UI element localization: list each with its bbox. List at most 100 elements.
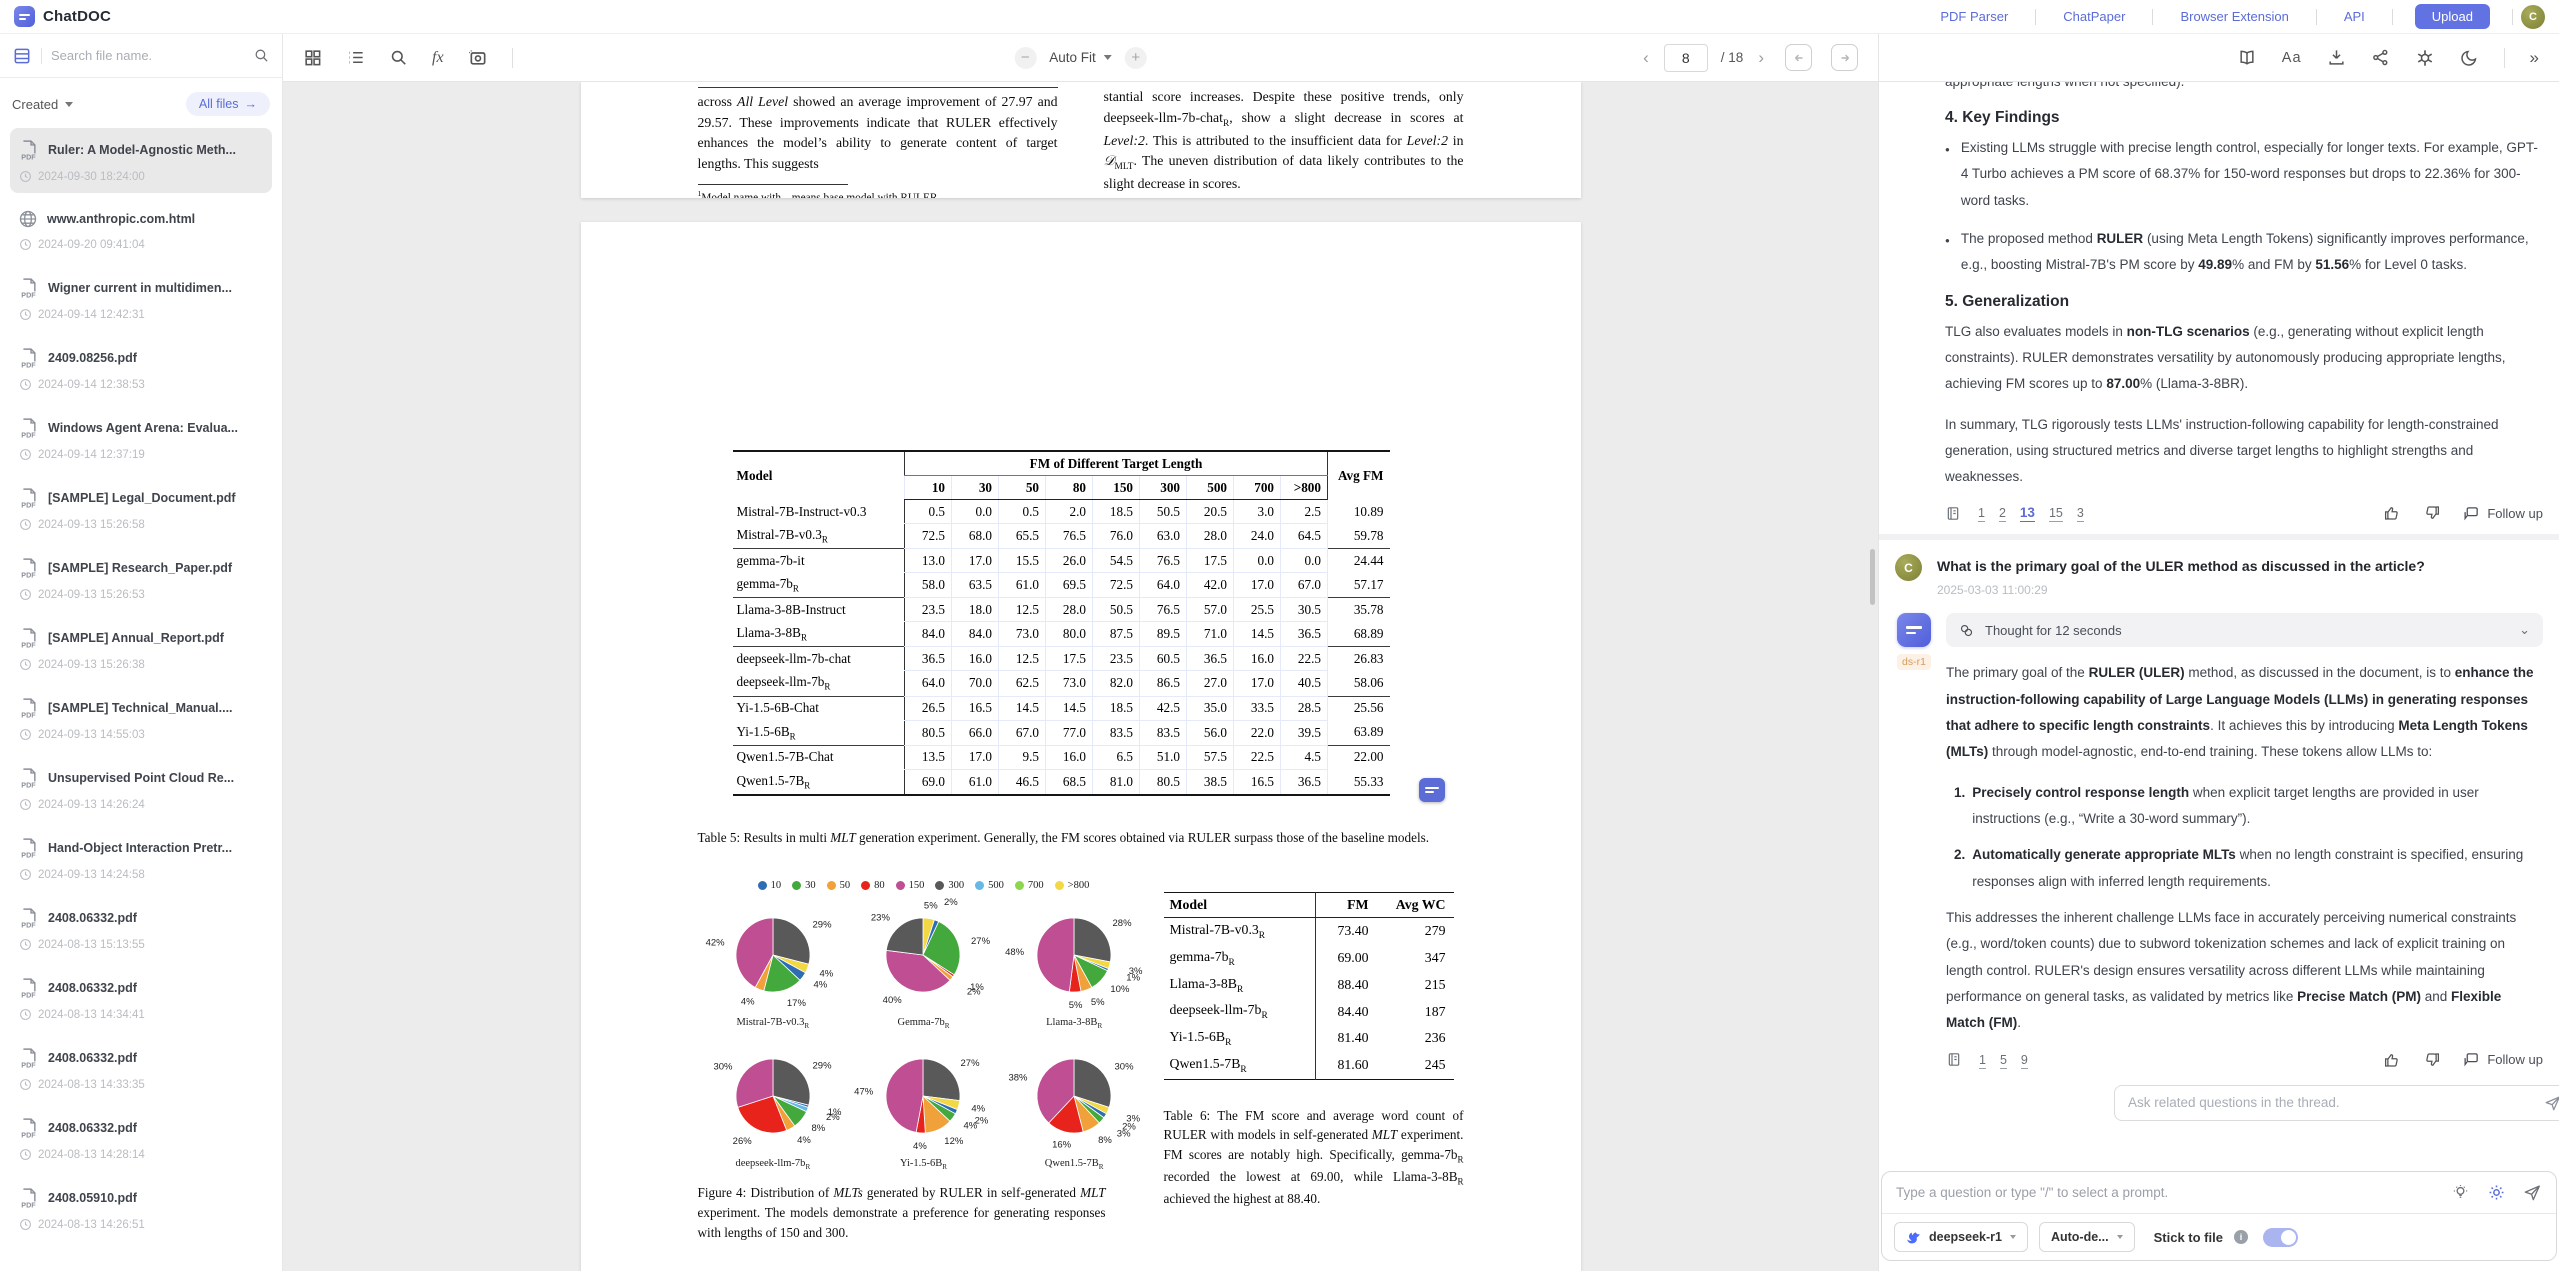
list-item[interactable]: PDF2408.05910.pdf2024-08-13 14:26:51 [10,1176,272,1241]
formula-icon[interactable]: fx [432,49,444,67]
citation-page-link[interactable]: 3 [2077,506,2084,522]
list-item[interactable]: PDF2409.08256.pdf2024-09-14 12:38:53 [10,336,272,401]
history-forward-button[interactable] [1831,44,1858,71]
auto-detect-select[interactable]: Auto-de... [2039,1222,2135,1252]
collapse-panel-icon[interactable]: » [2530,48,2539,68]
citation-page-link[interactable]: 13 [2020,505,2035,522]
screenshot-icon[interactable] [468,48,488,68]
svg-text:17%: 17% [787,998,807,1009]
chatdoc-logo[interactable]: ChatDOC [14,6,111,27]
svg-text:PDF: PDF [21,430,36,439]
question-input[interactable] [1896,1185,2434,1200]
svg-text:4%: 4% [819,968,833,979]
list-item[interactable]: PDF2408.06332.pdf2024-08-13 14:33:35 [10,1036,272,1101]
page-number-input[interactable] [1664,44,1708,72]
follow-up-button[interactable]: Follow up [2463,1051,2543,1068]
search-document-icon[interactable] [389,48,408,67]
citation-page-link[interactable]: 1 [1978,506,1985,522]
composer: deepseek-r1 Auto-de... Stick to file i [1881,1171,2557,1261]
app-title: ChatDOC [43,8,111,25]
stick-to-file-toggle[interactable] [2263,1228,2298,1247]
thread-reply-box[interactable] [2114,1085,2559,1121]
user-avatar[interactable]: C [2521,5,2545,29]
share-icon[interactable] [2371,48,2390,67]
list-item[interactable]: PDFWigner current in multidimen...2024-0… [10,266,272,331]
reading-mode-icon[interactable] [2237,48,2257,68]
list-item[interactable]: PDF[SAMPLE] Research_Paper.pdf2024-09-13… [10,546,272,611]
font-size-icon[interactable]: Aa [2282,50,2302,66]
citation-page-link[interactable]: 5 [2000,1053,2007,1069]
chat-settings-icon[interactable] [2487,1183,2506,1202]
citation-page-link[interactable]: 1 [1979,1053,1986,1069]
download-icon[interactable] [2327,48,2346,67]
table-row: Qwen1.5-7BR69.061.046.568.581.080.538.51… [733,769,1390,795]
citation-page-link[interactable]: 9 [2021,1053,2028,1069]
sort-created-dropdown[interactable]: Created [12,97,73,112]
nav-pdf-parser[interactable]: PDF Parser [1913,9,2035,24]
table-6-caption: Table 6: The FM score and average word c… [1164,1106,1464,1210]
list-item[interactable]: PDF2408.06332.pdf2024-08-13 15:13:55 [10,896,272,961]
list-item[interactable]: PDF[SAMPLE] Annual_Report.pdf2024-09-13 … [10,616,272,681]
chevron-down-icon [2117,1235,2123,1239]
arrow-right-icon: → [245,97,258,111]
svg-text:4%: 4% [741,997,755,1008]
file-title: 2408.05910.pdf [48,1191,264,1205]
quick-chat-bubble-icon[interactable] [1419,778,1445,802]
dark-mode-icon[interactable] [2460,48,2479,67]
file-date: 2024-09-13 15:26:53 [18,588,264,601]
list-item[interactable]: www.anthropic.com.html2024-09-20 09:41:0… [10,198,272,261]
file-date-text: 2024-09-13 14:55:03 [38,729,145,741]
upload-button[interactable]: Upload [2415,4,2490,29]
pdf-viewer-panel: fx − Auto Fit + ‹ / 18 › [283,34,1878,1271]
follow-up-button[interactable]: Follow up [2463,505,2543,522]
send-icon[interactable] [2523,1183,2542,1202]
thumbnails-icon[interactable] [303,48,322,67]
search-icon[interactable] [253,47,270,64]
auto-detect-label: Auto-de... [2051,1230,2109,1244]
outline-icon[interactable] [346,48,365,67]
citation-page-link[interactable]: 15 [2049,506,2063,522]
legend-item: 500 [975,880,1004,891]
list-item[interactable]: PDF2408.06332.pdf2024-08-13 14:28:14 [10,1106,272,1171]
footnote: 1Model name with R means base model with… [698,188,1058,198]
chevron-down-icon [65,102,73,107]
pdf-viewport[interactable]: across All Level showed an average impro… [283,82,1878,1271]
pdf-scrollbar-thumb[interactable] [1870,549,1875,605]
list-item[interactable]: PDFUnsupervised Point Cloud Re...2024-09… [10,756,272,821]
all-files-button[interactable]: All files → [186,92,270,116]
next-page-button[interactable]: › [1756,48,1766,68]
thumbs-up-icon[interactable] [2383,504,2401,522]
finding-bullet: ●Existing LLMs struggle with precise len… [1945,135,2543,214]
prompt-ideas-icon[interactable] [2451,1183,2470,1202]
nav-api[interactable]: API [2317,9,2392,24]
list-item[interactable]: PDFWindows Agent Arena: Evalua...2024-09… [10,406,272,471]
zoom-level-dropdown[interactable]: Auto Fit [1049,50,1112,65]
nav-chatpaper[interactable]: ChatPaper [2036,9,2152,24]
chat-thread[interactable]: appropriate lengths when not specified).… [1879,82,2559,1159]
list-item[interactable]: PDFRuler: A Model-Agnostic Meth...2024-0… [10,128,272,193]
thought-toggle[interactable]: Thought for 12 seconds ⌄ [1946,613,2543,647]
search-input[interactable] [51,48,244,63]
file-date-text: 2024-09-30 18:24:00 [38,171,145,183]
zoom-out-button[interactable]: − [1014,47,1036,69]
send-icon[interactable] [2544,1094,2559,1112]
list-item[interactable]: PDFHand-Object Interaction Pretr...2024-… [10,826,272,891]
archive-icon[interactable] [12,46,32,66]
list-item[interactable]: PDF[SAMPLE] Legal_Document.pdf2024-09-13… [10,476,272,541]
list-item[interactable]: PDF[SAMPLE] Technical_Manual....2024-09-… [10,686,272,751]
nav-browser-extension[interactable]: Browser Extension [2153,9,2315,24]
thread-reply-input[interactable] [2128,1095,2544,1110]
thumbs-up-icon[interactable] [2383,1051,2401,1069]
list-item[interactable]: PDF2408.06332.pdf2024-08-13 14:34:41 [10,966,272,1031]
table-row: Mistral-7B-v0.3R73.40279 [1164,918,1454,945]
gpt-icon[interactable] [2415,48,2435,68]
thumbs-down-icon[interactable] [2423,1051,2441,1069]
history-back-button[interactable] [1785,44,1812,71]
model-select[interactable]: deepseek-r1 [1894,1222,2028,1252]
previous-page-button[interactable]: ‹ [1641,48,1651,68]
zoom-in-button[interactable]: + [1125,47,1147,69]
citation-page-link[interactable]: 2 [1999,506,2006,522]
legend-item: 700 [1015,880,1044,891]
info-icon[interactable]: i [2234,1230,2248,1244]
thumbs-down-icon[interactable] [2423,504,2441,522]
